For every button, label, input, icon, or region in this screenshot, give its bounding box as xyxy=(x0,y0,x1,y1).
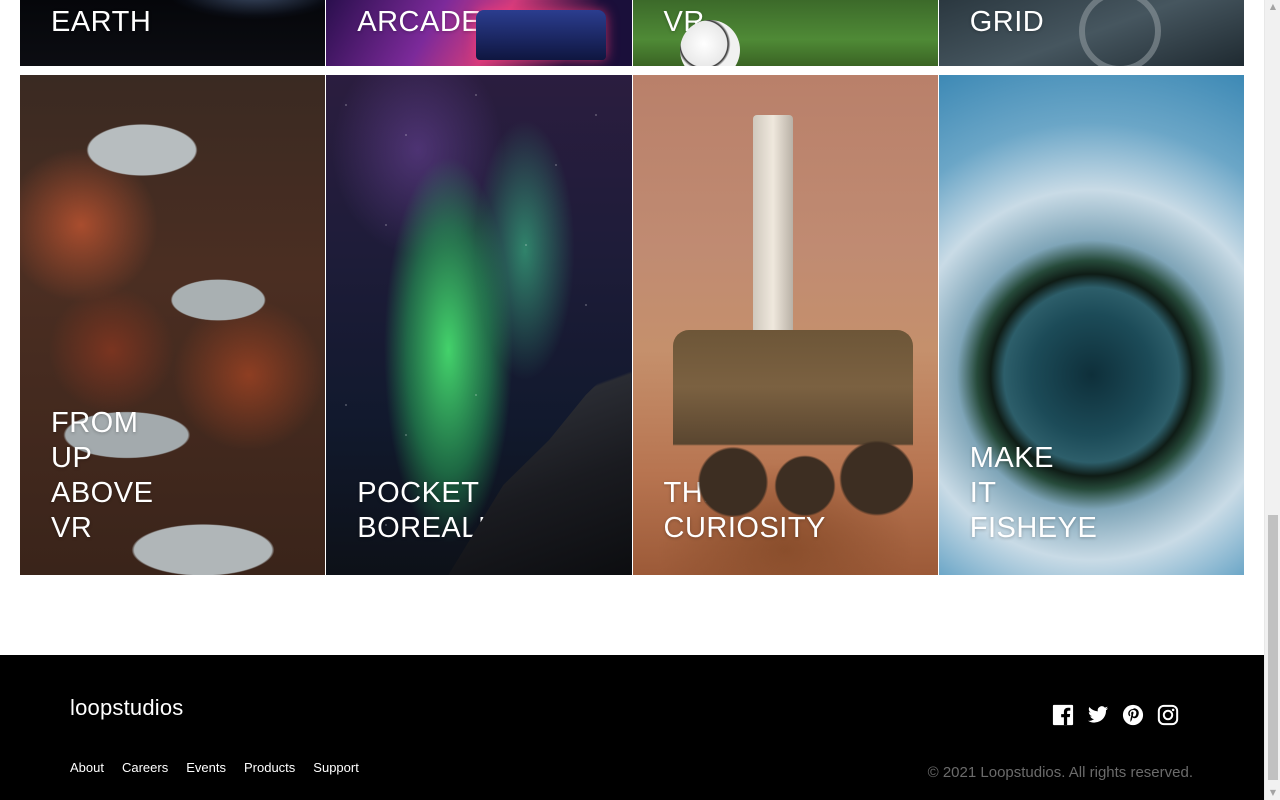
site-footer: loopstudios About Careers Events Product… xyxy=(0,655,1264,800)
footer-link-events[interactable]: Events xyxy=(186,760,226,775)
creations-grid-main-row: FROM UP ABOVE VR POCKET BOREALIS THE CUR… xyxy=(20,75,1244,575)
twitter-icon[interactable] xyxy=(1087,704,1109,726)
creation-card-arcade[interactable]: ARCADE xyxy=(326,0,632,66)
scrollbar-thumb[interactable] xyxy=(1268,515,1278,780)
creation-card-from-up-above-vr[interactable]: FROM UP ABOVE VR xyxy=(20,75,326,575)
creations-grid-top-row: EARTH ARCADE VR GRID xyxy=(20,0,1244,66)
footer-link-about[interactable]: About xyxy=(70,760,104,775)
creation-card-earth[interactable]: EARTH xyxy=(20,0,326,66)
creation-card-title: EARTH xyxy=(51,6,152,38)
copyright-text: © 2021 Loopstudios. All rights reserved. xyxy=(927,764,1193,781)
creation-card-title: VR xyxy=(663,6,705,38)
creation-card-title: THE CURIOSITY xyxy=(663,477,826,544)
creation-card-vr[interactable]: VR xyxy=(632,0,938,66)
scroll-up-arrow-icon[interactable]: ▲ xyxy=(1268,2,1278,12)
footer-logo[interactable]: loopstudios xyxy=(70,695,184,721)
scroll-down-arrow-icon[interactable]: ▼ xyxy=(1268,788,1278,798)
creation-card-pocket-borealis[interactable]: POCKET BOREALIS xyxy=(326,75,632,575)
creation-card-title: GRID xyxy=(969,6,1045,38)
footer-link-products[interactable]: Products xyxy=(244,760,295,775)
creation-card-grid[interactable]: GRID xyxy=(938,0,1244,66)
creation-card-title: FROM UP ABOVE VR xyxy=(51,407,154,544)
facebook-icon[interactable] xyxy=(1052,704,1074,726)
social-links xyxy=(1052,704,1179,726)
footer-link-support[interactable]: Support xyxy=(313,760,359,775)
footer-nav: About Careers Events Products Support xyxy=(70,760,359,775)
footer-link-careers[interactable]: Careers xyxy=(122,760,168,775)
instagram-icon[interactable] xyxy=(1157,704,1179,726)
page-scrollbar[interactable]: ▲ ▼ xyxy=(1264,0,1280,800)
creation-card-title: POCKET BOREALIS xyxy=(357,477,507,544)
creation-card-make-it-fisheye[interactable]: MAKE IT FISHEYE xyxy=(938,75,1244,575)
pinterest-icon[interactable] xyxy=(1122,704,1144,726)
creation-card-the-curiosity[interactable]: THE CURIOSITY xyxy=(632,75,938,575)
creation-card-title: ARCADE xyxy=(357,6,482,38)
creation-card-title: MAKE IT FISHEYE xyxy=(969,442,1098,544)
